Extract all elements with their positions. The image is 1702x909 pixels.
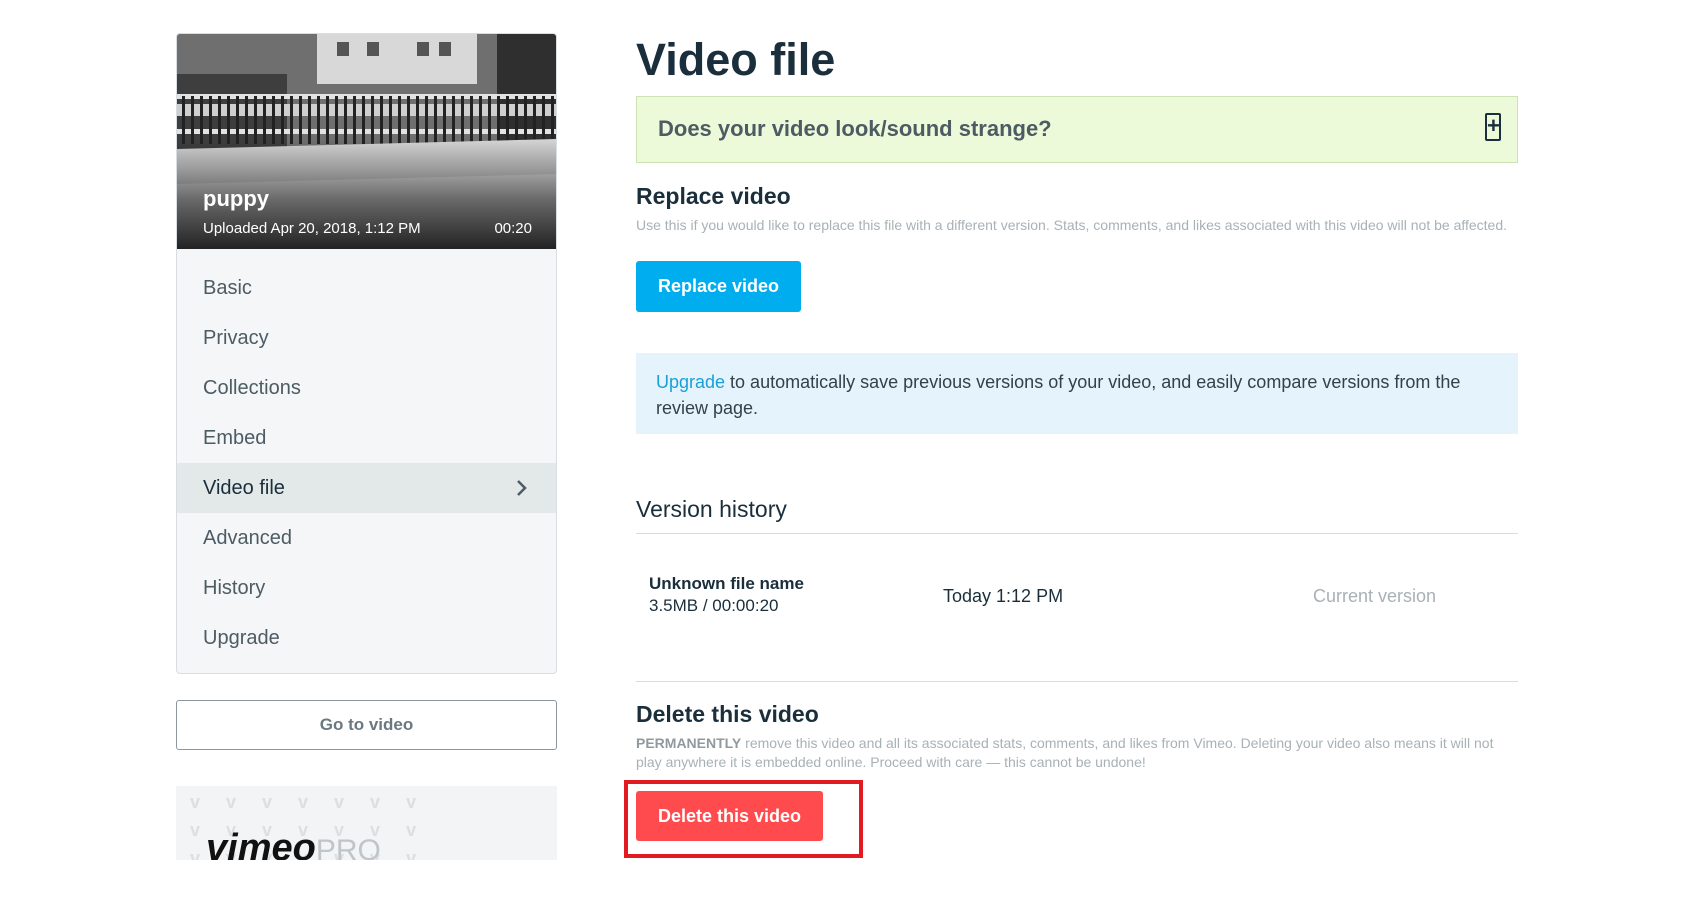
upgrade-link[interactable]: Upgrade [656,372,725,392]
replace-description: Use this if you would like to replace th… [636,217,1508,233]
version-row: Unknown file name 3.5MB / 00:00:20 Today… [636,534,1518,682]
delete-title: Delete this video [636,701,819,727]
delete-button-area: Delete this video [624,780,1518,858]
delete-desc-text: remove this video and all its associated… [636,735,1494,770]
delete-video-button[interactable]: Delete this video [636,791,824,841]
sidebar-item-embed[interactable]: Embed [177,413,556,463]
version-file-size: 3.5MB / 00:00:20 [649,596,779,615]
replace-title: Replace video [636,183,791,209]
delete-emphasis: PERMANENTLY [636,735,742,751]
sidebar-item-label: History [203,577,266,599]
version-time: Today 1:12 PM [943,586,1064,606]
replace-video-button[interactable]: Replace video [636,261,802,312]
logo-wordmark: vimeo [206,827,316,860]
expand-plus-icon[interactable]: + [1485,113,1501,141]
video-meta: Uploaded Apr 20, 2018, 1:12 PM 00:20 [203,220,532,237]
sidebar-item-upgrade[interactable]: Upgrade [177,613,556,663]
sidebar-item-label: Collections [203,377,301,399]
sidebar-item-collections[interactable]: Collections [177,363,556,413]
delete-description: PERMANENTLY remove this video and all it… [636,734,1518,772]
upgrade-info-text: to automatically save previous versions … [656,372,1461,418]
vimeo-pro-promo[interactable]: vvvvvvv vvvvvvv vvvvvvv vimeoPRO [176,786,557,860]
sidebar-item-privacy[interactable]: Privacy [177,313,556,363]
logo-suffix: PRO [315,834,381,860]
version-status: Current version [1313,586,1437,606]
version-history-title: Version history [636,496,1518,534]
video-card: puppy Uploaded Apr 20, 2018, 1:12 PM 00:… [176,33,557,674]
delete-section: Delete this video PERMANENTLY remove thi… [624,701,1518,858]
sidebar-item-label: Embed [203,427,267,449]
video-duration: 00:20 [494,220,532,237]
settings-nav: Basic Privacy Collections Embed Video fi… [177,249,556,673]
sidebar-item-label: Video file [203,477,285,499]
sidebar-item-label: Upgrade [203,627,280,649]
sidebar-item-label: Advanced [203,527,292,549]
help-question: Does your video look/sound strange? [658,116,1052,141]
go-to-video-button[interactable]: Go to video [176,700,557,750]
video-title: puppy [203,186,269,211]
main-content: Video file Does your video look/sound st… [624,30,1518,858]
replace-section: Replace video Use this if you would like… [636,183,1518,312]
sidebar-item-label: Basic [203,277,252,299]
sidebar-item-basic[interactable]: Basic [177,263,556,313]
help-bar[interactable]: Does your video look/sound strange? + [636,96,1518,163]
sidebar-item-label: Privacy [203,327,269,349]
sidebar-item-advanced[interactable]: Advanced [177,513,556,563]
sidebar-item-video-file[interactable]: Video file [177,463,556,513]
video-thumbnail[interactable]: puppy Uploaded Apr 20, 2018, 1:12 PM 00:… [177,34,556,249]
page-title: Video file [636,34,836,85]
upgrade-info-box: Upgrade to automatically save previous v… [636,353,1518,434]
vimeo-pro-logo: vimeoPRO [206,827,381,860]
sidebar: puppy Uploaded Apr 20, 2018, 1:12 PM 00:… [176,33,557,860]
sidebar-item-history[interactable]: History [177,563,556,613]
version-file-name: Unknown file name [649,574,804,593]
upload-date: Uploaded Apr 20, 2018, 1:12 PM [203,220,421,237]
